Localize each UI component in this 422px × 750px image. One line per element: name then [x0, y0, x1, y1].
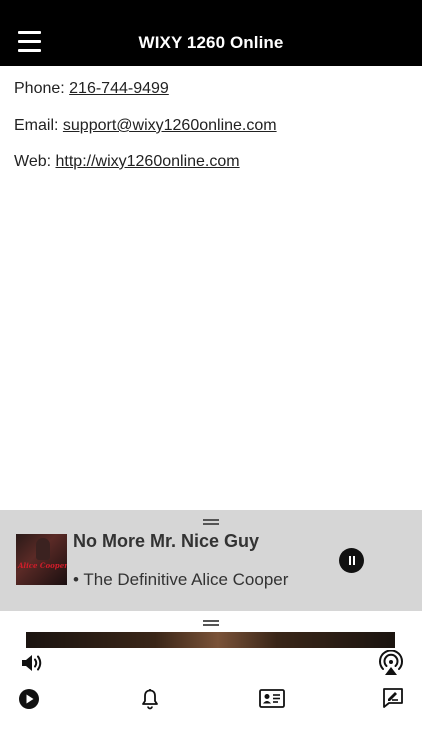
album-art-text: Alice Cooper	[18, 561, 67, 570]
email-label: Email:	[14, 117, 63, 134]
web-line: Web: http://wixy1260online.com	[14, 153, 240, 171]
album-title: • The Definitive Alice Cooper	[73, 570, 289, 589]
page-title: WIXY 1260 Online	[138, 33, 284, 52]
header-bar: WIXY 1260 Online	[0, 0, 422, 66]
email-line: Email: support@wixy1260online.com	[14, 117, 277, 135]
drag-handle-icon[interactable]	[203, 620, 219, 626]
drag-handle-icon[interactable]	[203, 519, 219, 525]
pause-icon[interactable]	[339, 548, 364, 573]
web-label: Web:	[14, 153, 56, 170]
phone-label: Phone:	[14, 80, 70, 97]
feedback-icon[interactable]	[382, 687, 404, 709]
volume-icon[interactable]	[20, 652, 44, 674]
web-link[interactable]: http://wixy1260online.com	[56, 153, 240, 170]
phone-line: Phone: 216-744-9499	[14, 80, 169, 98]
video-preview[interactable]	[26, 632, 395, 648]
contact-card-icon[interactable]	[259, 688, 285, 709]
email-link[interactable]: support@wixy1260online.com	[63, 117, 277, 134]
album-art: Alice Cooper	[16, 534, 67, 585]
airplay-icon[interactable]	[378, 650, 404, 676]
song-title: No More Mr. Nice Guy	[73, 531, 260, 551]
phone-link[interactable]: 216-744-9499	[69, 80, 169, 97]
play-circle-icon[interactable]	[18, 688, 40, 710]
bell-icon[interactable]	[140, 688, 160, 710]
